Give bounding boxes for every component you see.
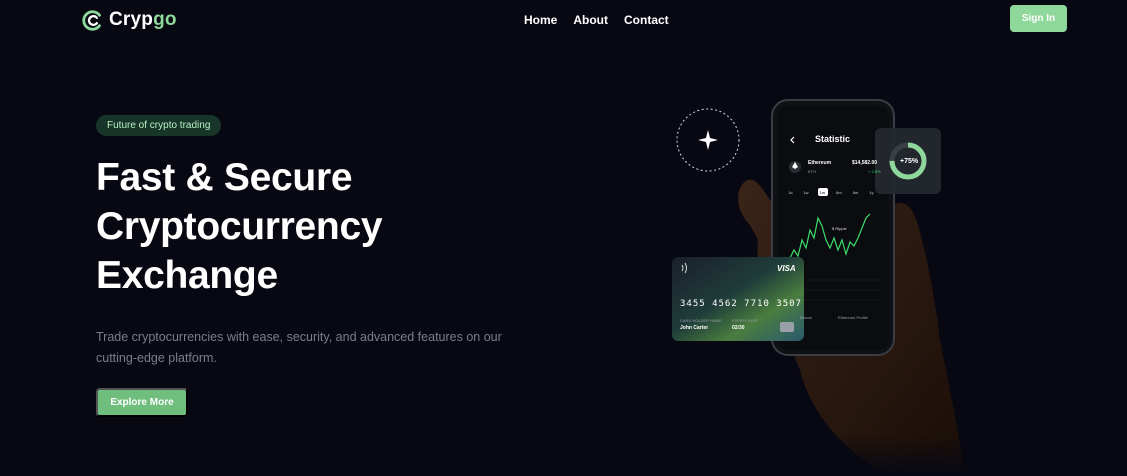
hero-illustration (660, 99, 980, 476)
timeframe-6m[interactable]: 6m (836, 190, 842, 195)
card-brand: VISA (777, 264, 796, 273)
signin-button[interactable]: Sign In (1010, 5, 1067, 32)
spin-badge (676, 108, 740, 172)
nav-about[interactable]: About (573, 13, 608, 27)
phone-footer-right[interactable]: Ethereum Profile (838, 315, 868, 320)
logo-icon (82, 9, 101, 31)
percent-value: +75% (900, 158, 919, 165)
headline-line-3: Exchange (96, 254, 278, 297)
card-expiry-label: EXPIRY DATE (732, 318, 759, 323)
coin-name: Ethereum (808, 160, 832, 166)
timeframe-1y[interactable]: 1y (869, 190, 873, 195)
chart-tag: $ Ripple (832, 226, 847, 231)
explore-more-button[interactable]: Explore More (96, 388, 188, 417)
brand-name-main: Cryp (109, 9, 154, 30)
timeframe-tabs: 1d 1w 1m 6m 6m 1y (788, 190, 874, 195)
headline-line-2: Cryptocurrency (96, 205, 383, 248)
nav-home[interactable]: Home (524, 13, 557, 27)
card-number: 3455 4562 7710 3507 (680, 299, 802, 309)
card-expiry: 02/30 (732, 325, 745, 331)
phone-title: Statistic (815, 134, 851, 144)
nav-contact[interactable]: Contact (624, 13, 669, 27)
coin-change: + 2.8% (868, 169, 881, 174)
hero-visual: Statistic Ethereum ETH $14,582.00 + 2.8%… (660, 90, 980, 476)
chip-icon (780, 322, 794, 332)
card-holder-label: CARD HOLDER NAME (680, 318, 722, 323)
headline-line-1: Fast & Secure (96, 156, 353, 199)
brand-name: Crypgo (109, 9, 177, 31)
timeframe-1m[interactable]: 1m (820, 190, 826, 195)
coin-symbol: ETH (808, 169, 816, 174)
coin-price: $14,582.00 (852, 160, 878, 166)
hero-headline: Fast & Secure Cryptocurrency Exchange (96, 153, 556, 300)
brand-name-accent: go (153, 9, 177, 30)
brand-logo[interactable]: Crypgo (82, 9, 177, 31)
phone-footer-left[interactable]: Bitcoin (800, 315, 812, 320)
card-holder: John Carter (680, 325, 709, 331)
hero-tag: Future of crypto trading (96, 115, 222, 136)
main-nav: Home About Contact (524, 13, 669, 27)
timeframe-6m-2[interactable]: 6m (853, 190, 859, 195)
timeframe-1w[interactable]: 1w (803, 190, 808, 195)
sparkle-icon (698, 130, 718, 150)
timeframe-1d[interactable]: 1d (788, 190, 792, 195)
hero-subtext: Trade cryptocurrencies with ease, securi… (96, 330, 502, 365)
